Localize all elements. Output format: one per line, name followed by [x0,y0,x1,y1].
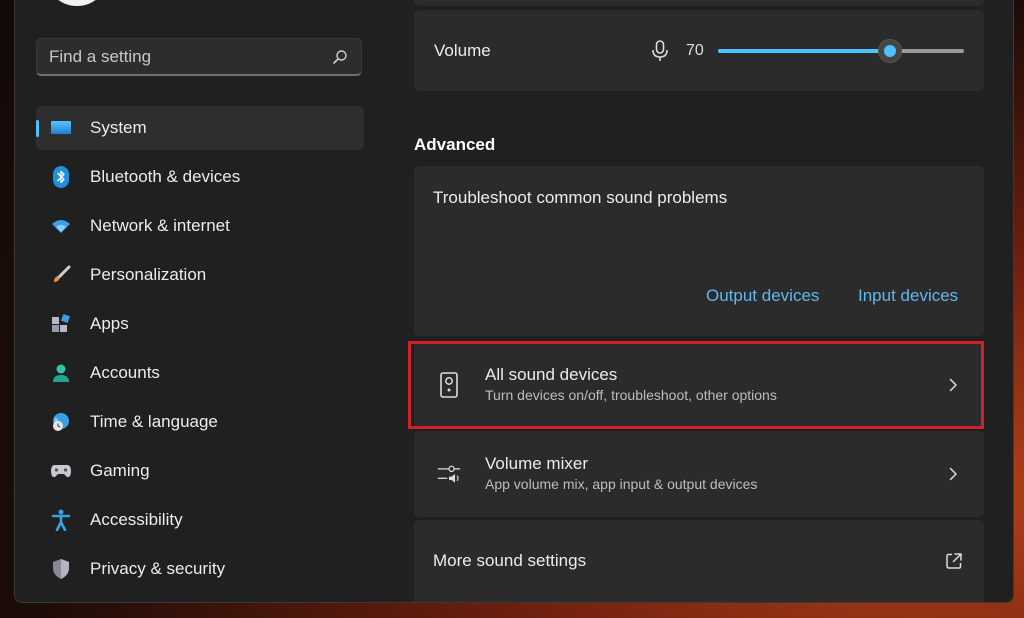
sidebar-item-label: Gaming [90,461,150,480]
sidebar-item-network[interactable]: Network & internet [36,204,364,248]
slider-thumb[interactable] [878,38,902,63]
gamepad-icon [50,460,72,482]
chevron-right-icon [949,378,957,392]
search-input[interactable] [49,46,331,67]
sidebar-item-accounts[interactable]: Accounts [36,351,364,395]
speaker-icon [437,371,461,399]
settings-window: System Bluetooth & devices Network & int… [14,0,1014,603]
chevron-right-icon [949,467,957,481]
monitor-icon [50,117,72,139]
sidebar-item-accessibility[interactable]: Accessibility [36,498,364,542]
sidebar-nav: System Bluetooth & devices Network & int… [36,106,364,596]
sidebar-item-label: Time & language [90,412,218,431]
apps-icon [50,313,72,335]
external-link-icon [946,553,962,569]
volume-value: 70 [686,41,704,59]
sidebar-item-label: System [90,118,147,137]
sidebar-item-label: Accounts [90,363,160,382]
shield-icon [50,558,72,580]
sidebar-item-time-language[interactable]: Time & language [36,400,364,444]
microphone-icon[interactable] [648,39,672,63]
sidebar-item-label: Personalization [90,265,207,284]
sidebar-item-gaming[interactable]: Gaming [36,449,364,493]
row-text: All sound devices Turn devices on/off, t… [485,365,946,405]
volume-mixer-icon [437,460,461,488]
more-sound-settings-label: More sound settings [433,551,587,570]
sidebar-item-system[interactable]: System [36,106,364,150]
sidebar-item-apps[interactable]: Apps [36,302,364,346]
volume-label: Volume [434,40,491,60]
row-subtitle: Turn devices on/off, troubleshoot, other… [485,387,777,403]
avatar[interactable] [45,0,109,6]
volume-slider[interactable] [718,38,964,63]
brush-icon [50,264,72,286]
more-sound-settings-row[interactable]: More sound settings [414,520,984,602]
sidebar-item-personalization[interactable]: Personalization [36,253,364,297]
output-devices-link[interactable]: Output devices [706,286,819,306]
all-sound-devices-row[interactable]: All sound devices Turn devices on/off, t… [414,342,984,428]
accessibility-icon [50,509,72,531]
sidebar-item-label: Privacy & security [90,559,226,578]
sidebar-item-label: Accessibility [90,510,183,529]
troubleshoot-card: Troubleshoot common sound problems Outpu… [414,166,984,336]
row-title: Volume mixer [485,454,588,473]
row-title: All sound devices [485,365,618,384]
person-icon [50,362,72,384]
sidebar-item-privacy-security[interactable]: Privacy & security [36,547,364,591]
row-text: Volume mixer App volume mix, app input &… [485,454,946,494]
volume-card: Volume 70 [414,0,984,91]
wifi-icon [50,215,72,237]
search-icon[interactable] [331,48,349,66]
sidebar-item-label: Apps [90,314,129,333]
slider-fill [718,48,890,53]
bluetooth-icon [50,166,72,188]
troubleshoot-title: Troubleshoot common sound problems [433,188,728,207]
advanced-heading: Advanced [414,135,496,154]
sidebar-item-bluetooth[interactable]: Bluetooth & devices [36,155,364,199]
globe-clock-icon [50,411,72,433]
sidebar-item-label: Network & internet [90,216,230,235]
volume-mixer-row[interactable]: Volume mixer App volume mix, app input &… [414,431,984,517]
search-box[interactable] [36,38,362,76]
row-subtitle: App volume mix, app input & output devic… [485,476,758,492]
input-devices-link[interactable]: Input devices [858,286,958,306]
sidebar-item-label: Bluetooth & devices [90,167,241,186]
